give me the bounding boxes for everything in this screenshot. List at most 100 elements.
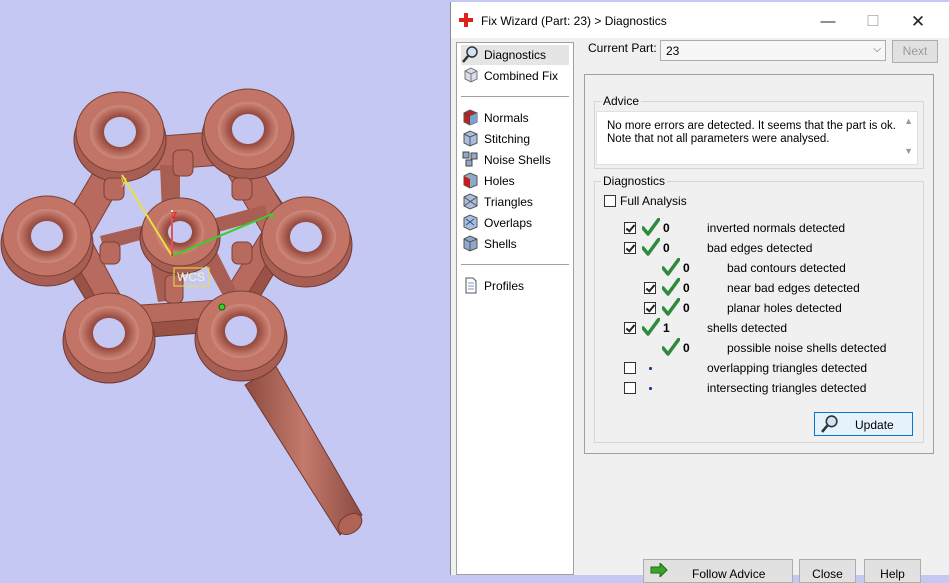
sidebar-divider [461,264,569,265]
help-label: Help [880,567,905,581]
diagnostic-description: intersecting triangles detected [707,381,867,395]
noise-shells-icon [462,151,478,167]
scroll-up-icon[interactable]: ▲ [904,116,913,126]
sidebar-item-label: Profiles [484,279,525,293]
checkmark-icon [642,318,660,336]
sidebar-item-label: Noise Shells [484,153,551,167]
handle-rod [244,364,363,536]
normals-icon [463,109,478,126]
sidebar-item-label: Overlaps [484,216,533,230]
advice-textbox[interactable]: No more errors are detected. It seems th… [596,111,918,165]
triangles-icon [463,193,478,210]
diagnostic-count: 0 [663,241,670,255]
magnifier-icon [821,415,838,433]
3d-viewport[interactable]: z y x WCS [0,0,450,575]
advice-legend: Advice [601,94,642,108]
advice-line-2: Note that not all parameters were analys… [607,133,830,145]
full-analysis-label: Full Analysis [620,194,687,208]
cube-icon [464,67,478,83]
sidebar-item-label: Shells [484,237,517,251]
diagnostic-count: 0 [683,281,690,295]
checkmark-icon [662,278,680,296]
axis-x-label: x [270,210,276,222]
diagnostic-description: bad contours detected [727,261,846,275]
help-button[interactable]: Help [864,559,921,583]
diagnostic-count: 0 [683,261,690,275]
red-cross-icon [459,13,473,27]
advice-text: No more errors are detected. It seems th… [607,120,897,146]
diagnostic-checkbox[interactable] [624,222,636,234]
update-button[interactable]: Update [814,412,913,436]
overlaps-icon [463,214,478,231]
scroll-down-icon[interactable]: ▼ [904,146,913,156]
sidebar-item-noise-shells[interactable]: Noise Shells [461,150,569,170]
checkmark-icon [642,238,660,256]
holes-icon [463,172,478,189]
maximize-button[interactable]: ☐ [853,8,893,36]
current-part-select[interactable]: 23 ⌵ [660,40,886,61]
full-analysis-checkbox[interactable] [604,195,616,207]
close-label: Close [812,567,843,581]
diagnostic-checkbox[interactable] [644,302,656,314]
diagnostic-count: 0 [683,301,690,315]
diagnostic-checkbox[interactable] [624,362,636,374]
sidebar-item-label: Normals [484,111,529,125]
magnifier-icon [462,46,478,63]
sidebar-item-holes[interactable]: Holes [461,171,569,191]
axis-y-label: y [121,175,127,187]
checkmark-icon [662,298,680,316]
diagnostic-description: inverted normals detected [707,221,846,235]
diagnostic-checkbox[interactable] [644,282,656,294]
diagnostic-count: 1 [663,321,670,335]
status-dot-icon [649,387,652,390]
shells-icon [463,235,478,252]
follow-advice-button[interactable]: Follow Advice [643,559,793,583]
minimize-button[interactable]: — [808,8,848,36]
sidebar-item-label: Holes [484,174,515,188]
sidebar-item-shells[interactable]: Shells [461,234,569,254]
diagnostic-description: near bad edges detected [727,281,860,295]
sidebar-item-label: Stitching [484,132,531,146]
part-render: z y x WCS [0,88,363,536]
wizard-sidebar: Diagnostics Combined Fix Normals Stitchi… [456,42,574,575]
sidebar-item-label: Triangles [484,195,533,209]
sidebar-item-normals[interactable]: Normals [461,108,569,128]
diagnostic-count: 0 [663,221,670,235]
wcs-label: WCS [177,270,205,284]
next-button[interactable]: Next [892,40,938,63]
checkmark-icon [662,258,680,276]
chevron-down-icon: ⌵ [873,44,881,55]
axis-z-label: z [172,209,178,221]
diagnostic-checkbox[interactable] [624,322,636,334]
current-part-value: 23 [666,44,680,58]
advice-line-1: No more errors are detected. It seems th… [607,120,896,132]
checkmark-icon [642,218,660,236]
diagnostic-description: possible noise shells detected [727,341,887,355]
sidebar-item-stitching[interactable]: Stitching [461,129,569,149]
sidebar-item-combined-fix[interactable]: Combined Fix [461,66,569,86]
window-title: Fix Wizard (Part: 23) > Diagnostics [481,14,667,28]
update-label: Update [855,418,894,432]
status-dot-icon [649,367,652,370]
diagnostic-description: shells detected [707,321,788,335]
close-window-button[interactable]: ✕ [898,8,938,36]
follow-advice-label: Follow Advice [692,567,766,581]
diagnostic-count: 0 [683,341,690,355]
diagnostic-checkbox[interactable] [624,242,636,254]
sidebar-item-label: Diagnostics [484,48,547,62]
diagnostic-description: bad edges detected [707,241,813,255]
fix-wizard-dialog: Fix Wizard (Part: 23) > Diagnostics — ☐ … [450,2,949,583]
ring [73,91,167,183]
sidebar-item-triangles[interactable]: Triangles [461,192,569,212]
sidebar-item-profiles[interactable]: Profiles [461,276,569,296]
sidebar-divider [461,96,569,97]
checkmark-icon [662,338,680,356]
sidebar-item-overlaps[interactable]: Overlaps [461,213,569,233]
sidebar-item-label: Combined Fix [484,69,559,83]
sidebar-item-diagnostics[interactable]: Diagnostics [461,45,569,65]
title-bar: Fix Wizard (Part: 23) > Diagnostics — ☐ … [451,2,949,38]
diagnostic-checkbox[interactable] [624,382,636,394]
diagnostics-panel: Advice No more errors are detected. It s… [584,74,934,454]
stitching-icon [463,130,478,147]
close-button[interactable]: Close [799,559,856,583]
